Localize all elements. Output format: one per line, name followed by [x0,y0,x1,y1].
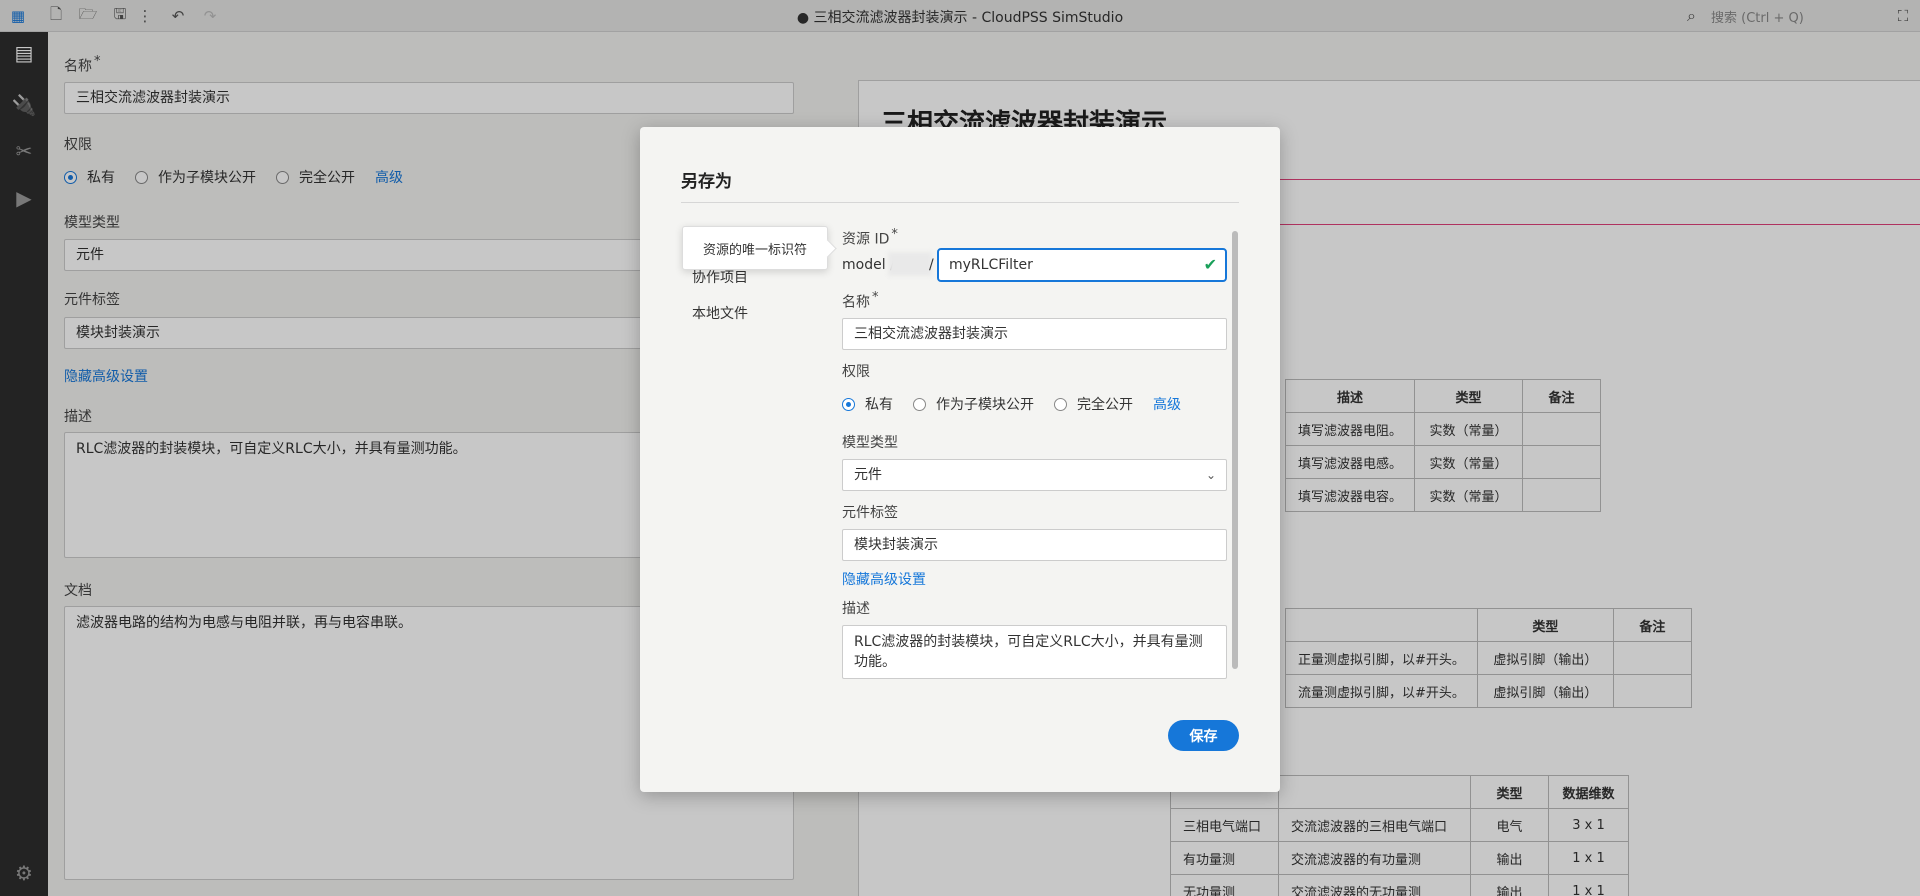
resource-id-label-wrap: 资源 ID * [842,227,898,248]
dialog-tag-label: 元件标签 [842,505,898,521]
dialog-permission-submodule[interactable]: 作为子模块公开 [913,394,1034,414]
dialog-name-input[interactable]: 三相交流滤波器封装演示 [842,318,1227,350]
dialog-permission-label: 权限 [842,364,870,380]
resource-id-value: myRLCFilter [949,257,1033,273]
dialog-permission-radio-group: 私有 作为子模块公开 完全公开 高级 [842,394,1181,414]
dialog-hide-advanced-link[interactable]: 隐藏高级设置 [842,569,926,589]
dialog-name-label-wrap: 名称 * [842,290,879,311]
dialog-permission-private[interactable]: 私有 [842,394,893,414]
side-item-local[interactable]: 本地文件 [692,303,748,323]
save-button[interactable]: 保存 [1168,720,1239,751]
dialog-name-label: 名称 [842,294,870,311]
dialog-divider [681,202,1239,203]
dialog-model-type-value: 元件 [854,467,882,483]
resource-id-input[interactable]: myRLCFilter ✔ [937,248,1227,282]
dialog-tag-input[interactable]: 模块封装演示 [842,529,1227,561]
chevron-down-icon: ⌄ [1205,468,1216,482]
side-item-collab[interactable]: 协作项目 [692,267,748,287]
redacted-owner [888,252,932,276]
dialog-model-type-select[interactable]: 元件 ⌄ [842,459,1227,491]
dialog-scroll-thumb[interactable] [1232,231,1238,669]
check-icon: ✔ [1203,255,1217,274]
resource-id-tooltip: 资源的唯一标识符 [682,226,828,270]
resource-id-label: 资源 ID [842,231,890,248]
dialog-description-textarea[interactable]: RLC滤波器的封装模块，可自定义RLC大小，并具有量测功能。 [842,625,1227,679]
dialog-description-label: 描述 [842,601,870,617]
save-as-dialog: 另存为 协作项目 本地文件 资源的唯一标识符 资源 ID * model / / … [640,127,1280,792]
path-slash: / [929,257,934,273]
dialog-advanced-link[interactable]: 高级 [1153,394,1181,414]
dialog-model-type-label: 模型类型 [842,435,898,451]
dialog-permission-public[interactable]: 完全公开 [1054,394,1133,414]
model-prefix: model / [842,257,895,273]
dialog-title: 另存为 [681,172,732,192]
